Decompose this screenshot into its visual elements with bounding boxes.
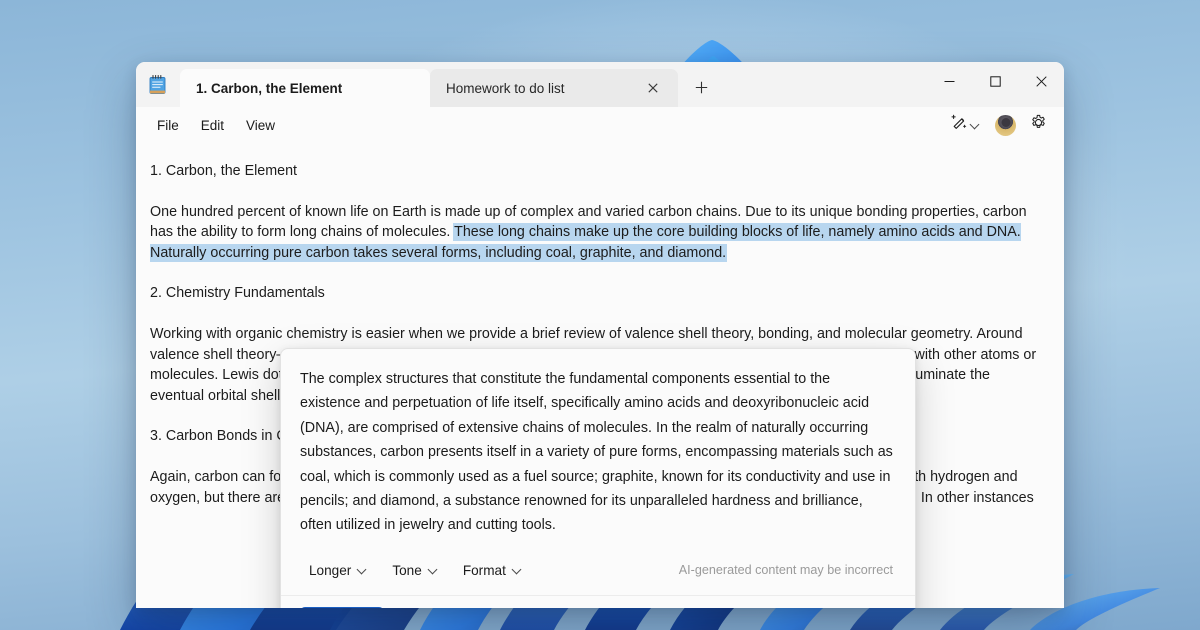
document-heading-1: 1. Carbon, the Element — [150, 163, 298, 179]
tab-carbon-the-element[interactable]: 1. Carbon, the Element — [180, 69, 430, 107]
menu-bar-right-actions — [946, 111, 1056, 139]
discard-button[interactable] — [564, 607, 596, 608]
document-heading-2: 2. Chemistry Fundamentals — [150, 285, 325, 302]
tab-label: 1. Carbon, the Element — [196, 80, 343, 96]
format-dropdown-label: Format — [462, 562, 506, 578]
regenerate-button[interactable] — [529, 607, 561, 608]
replace-button[interactable]: Replace — [300, 607, 384, 608]
gear-icon — [1030, 114, 1047, 136]
tone-dropdown-label: Tone — [392, 562, 422, 578]
user-account-button[interactable] — [990, 111, 1021, 139]
avatar — [995, 114, 1016, 136]
length-dropdown[interactable]: Longer — [300, 558, 377, 583]
document-paragraph-1: One hundred percent of known life on Ear… — [150, 202, 1042, 264]
magic-pen-icon — [951, 114, 968, 136]
ai-options-row: Longer Tone Format AI-generated content … — [281, 552, 915, 596]
chevron-down-icon — [971, 120, 981, 130]
format-dropdown[interactable]: Format — [454, 558, 532, 583]
close-icon[interactable] — [642, 77, 664, 99]
ai-rewrite-popup: The complex structures that constitute t… — [280, 348, 916, 608]
feedback-like-button[interactable] — [829, 607, 861, 608]
minimize-icon[interactable] — [926, 62, 972, 101]
document-editor[interactable]: 1. Carbon, the Element One hundred perce… — [136, 143, 1064, 608]
length-dropdown-label: Longer — [309, 562, 352, 578]
plus-icon[interactable] — [684, 70, 718, 104]
desktop-wallpaper: 1. Carbon, the Element Homework to do li… — [0, 0, 1200, 630]
ai-generated-text: The complex structures that constitute t… — [300, 371, 893, 534]
title-bar: 1. Carbon, the Element Homework to do li… — [136, 62, 1064, 107]
copy-button[interactable] — [494, 607, 526, 608]
window-controls — [926, 62, 1064, 107]
menu-bar: File Edit View — [136, 107, 1064, 143]
tab-homework-to-do-list[interactable]: Homework to do list — [430, 69, 678, 107]
notepad-window: 1. Carbon, the Element Homework to do li… — [136, 62, 1064, 608]
close-icon[interactable] — [1018, 62, 1064, 101]
tab-label: Homework to do list — [446, 80, 565, 96]
ai-disclaimer-text: AI-generated content may be incorrect — [678, 563, 893, 578]
tone-dropdown[interactable]: Tone — [383, 558, 447, 583]
menu-item-edit[interactable]: Edit — [190, 114, 235, 137]
ai-actions-row: Replace 1 of 4 — [281, 596, 915, 608]
maximize-icon[interactable] — [972, 62, 1018, 101]
chevron-down-icon — [513, 565, 523, 575]
menu-item-file[interactable]: File — [146, 114, 190, 137]
ai-rewrite-button[interactable] — [946, 111, 986, 139]
menu-item-view[interactable]: View — [235, 114, 286, 137]
chevron-down-icon — [429, 565, 439, 575]
report-flag-button[interactable] — [864, 607, 896, 608]
notepad-icon — [136, 62, 180, 107]
settings-button[interactable] — [1025, 111, 1052, 139]
chevron-down-icon — [358, 565, 368, 575]
